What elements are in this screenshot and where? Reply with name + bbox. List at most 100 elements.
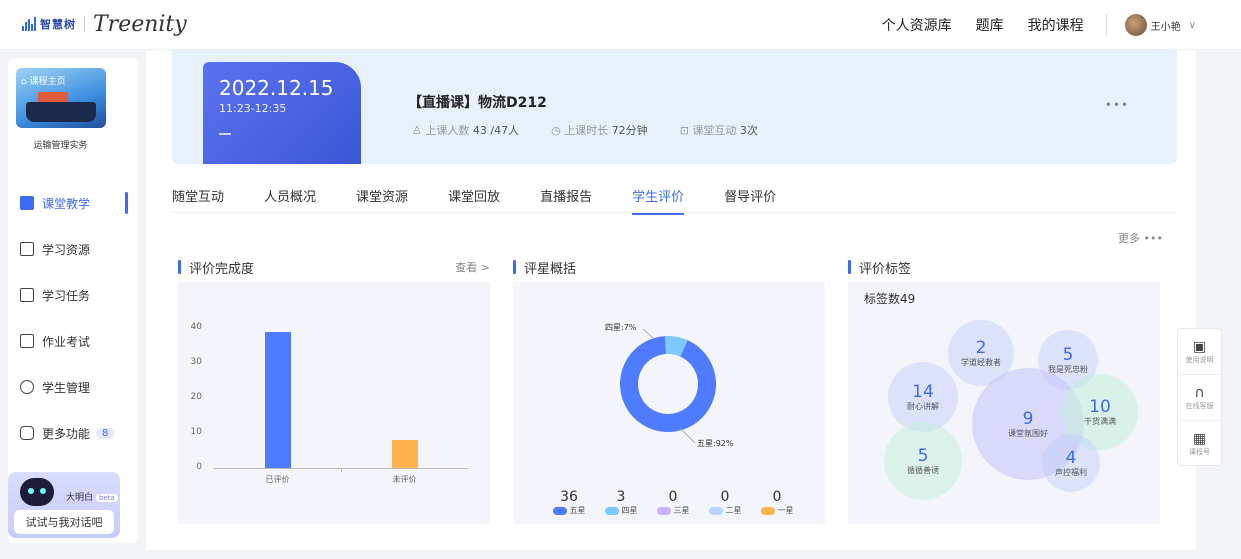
chat-button[interactable]: 试试与我对话吧 — [14, 510, 114, 534]
sidebar-item-label: 学生管理 — [42, 380, 91, 395]
robot-icon — [20, 478, 54, 506]
assistant-widget[interactable]: 大明白 beta 试试与我对话吧 — [8, 472, 120, 538]
headset-icon: ∩ — [1194, 384, 1205, 401]
date-card-dash — [219, 133, 231, 135]
banner-more-button[interactable]: ••• — [1105, 98, 1129, 112]
tag-cloud: 标签数49 2 学道经救者 5 我是死忠粉 14 耐心讲解 9 课堂氛围好 10 干货满满 5 循循善… — [848, 282, 1160, 524]
donut-annotation: 五星:92% — [697, 439, 734, 448]
legend-item[interactable]: 0 一星 — [753, 489, 801, 516]
rating-header: 评星概括 — [513, 258, 825, 277]
rating-panel: 评星概括 四星:7% 五星:92% 36 五星 3 四星 0 三星 0 二星 0 一星 — [513, 258, 825, 524]
sidebar-item-more[interactable]: 更多功能 8 — [8, 410, 138, 456]
tags-panel: 评价标签 标签数49 2 学道经救者 5 我是死忠粉 14 耐心讲解 9 课堂氛围好 10 干货满… — [848, 258, 1160, 524]
beta-badge: beta — [96, 494, 118, 502]
sidebar-item-label: 课堂教学 — [42, 196, 91, 211]
sidebar-item-resources[interactable]: 学习资源 — [8, 226, 138, 272]
sidebar-item-exams[interactable]: 作业考试 — [8, 318, 138, 364]
legend-swatch — [708, 506, 723, 515]
manual-button[interactable]: ▣ 使用说明 — [1178, 329, 1221, 375]
lesson-title: 【直播课】物流D212 — [408, 95, 547, 111]
legend-label: 四星 — [621, 506, 638, 515]
view-link[interactable]: 查看 > — [455, 259, 490, 275]
y-tick-label: 40 — [190, 322, 202, 332]
lesson-time: 11:23-12:35 — [219, 102, 287, 115]
support-button[interactable]: ∩ 在线客服 — [1178, 375, 1221, 421]
people-icon: ♙ — [412, 124, 422, 137]
course-code-button[interactable]: ▦ 课程号 — [1178, 421, 1221, 467]
logo-divider — [84, 16, 85, 32]
tag-bubble[interactable]: 5 循循善诱 — [884, 422, 962, 500]
more-count-badge: 8 — [96, 427, 115, 439]
tag-bubble[interactable]: 4 声控福利 — [1042, 434, 1100, 492]
annotation-line — [642, 328, 654, 339]
nav-resource-library[interactable]: 个人资源库 — [882, 15, 952, 35]
donut-slice-1[interactable] — [620, 336, 716, 432]
tag-label: 循循善诱 — [907, 465, 939, 475]
legend-label: 一星 — [777, 506, 794, 515]
tab-people[interactable]: 人员概况 — [264, 186, 316, 212]
logo-bars-icon — [22, 17, 36, 31]
nav-question-bank[interactable]: 题库 — [976, 15, 1004, 35]
top-bar: 智慧树 Treenity 个人资源库 题库 我的课程 王小艳 ∨ — [0, 0, 1241, 50]
stat-students: ♙ 上课人数 43 /47人 — [412, 122, 519, 138]
bar-evaluated[interactable] — [264, 331, 291, 468]
sidebar: ⌂ 课程主页 运输管理实务 课堂教学 学习资源 学习任务 作业考试 学生管理 更… — [8, 58, 138, 543]
tab-supervisor-evaluation[interactable]: 督导评价 — [724, 186, 776, 212]
y-tick-label: 20 — [190, 392, 202, 402]
tab-replay[interactable]: 课堂回放 — [448, 186, 500, 212]
legend-swatch — [760, 506, 775, 515]
completion-chart: 0 10 20 30 40 已评价 未评价 — [178, 282, 490, 524]
tag-count-value: 2 — [975, 337, 987, 358]
bar-not-evaluated[interactable] — [391, 440, 418, 468]
course-cover[interactable]: ⌂ 课程主页 — [16, 68, 106, 128]
tag-label: 耐心讲解 — [907, 401, 939, 411]
clock-icon: ◷ — [551, 124, 561, 137]
completion-title: 评价完成度 — [189, 261, 255, 277]
tab-interaction[interactable]: 随堂互动 — [172, 186, 224, 212]
completion-header: 评价完成度 查看 > — [178, 258, 490, 277]
top-nav: 个人资源库 题库 我的课程 王小艳 ∨ — [858, 0, 1196, 50]
sidebar-item-students[interactable]: 学生管理 — [8, 364, 138, 410]
user-menu[interactable]: 王小艳 ∨ — [1124, 14, 1196, 36]
stat-students-value: 43 /47人 — [472, 124, 520, 137]
tab-resources[interactable]: 课堂资源 — [356, 186, 408, 212]
donut-slice-2[interactable] — [664, 336, 688, 357]
stat-duration-value: 72分钟 — [611, 124, 648, 137]
legend-item[interactable]: 3 四星 — [597, 489, 645, 516]
logo[interactable]: 智慧树 Treenity — [22, 11, 187, 37]
nav-divider — [1105, 14, 1107, 36]
donut-annotation: 四星:7% — [605, 323, 637, 332]
tag-label: 干货满满 — [1084, 416, 1116, 426]
logo-en: Treenity — [93, 11, 187, 37]
legend-item[interactable]: 0 三星 — [649, 489, 697, 516]
support-label: 在线客服 — [1185, 401, 1214, 410]
logo-cn: 智慧树 — [40, 18, 76, 31]
sidebar-item-label: 学习任务 — [42, 288, 91, 303]
legend-item[interactable]: 36 五星 — [545, 489, 593, 516]
sidebar-item-classroom[interactable]: 课堂教学 — [8, 180, 138, 226]
x-tick-label: 未评价 — [392, 475, 417, 484]
date-card: 2022.12.15 11:23-12:35 — [203, 62, 361, 164]
legend-value: 3 — [616, 489, 626, 505]
tab-student-evaluation[interactable]: 学生评价 — [632, 186, 685, 215]
lesson-banner: 2022.12.15 11:23-12:35 【直播课】物流D212 ♙ 上课人… — [172, 50, 1177, 164]
nav-my-courses[interactable]: 我的课程 — [1028, 15, 1084, 35]
legend-item[interactable]: 0 二星 — [701, 489, 749, 516]
lesson-date: 2022.12.15 — [219, 76, 334, 100]
stat-duration: ◷ 上课时长 72分钟 — [551, 122, 648, 138]
tab-divider — [172, 212, 1177, 213]
lesson-stats: ♙ 上课人数 43 /47人 ◷ 上课时长 72分钟 ⊡ 课堂互动 3次 — [412, 122, 758, 138]
legend-label: 二星 — [725, 506, 742, 515]
legend-value: 0 — [720, 489, 730, 505]
stat-duration-label: 上课时长 — [564, 124, 609, 137]
user-name: 王小艳 — [1150, 21, 1181, 33]
sidebar-item-label: 作业考试 — [42, 334, 91, 349]
main-content: 2022.12.15 11:23-12:35 【直播课】物流D212 ♙ 上课人… — [146, 50, 1196, 550]
legend-label: 五星 — [569, 506, 586, 515]
qrcode-icon: ▦ — [1192, 431, 1207, 447]
tab-report[interactable]: 直播报告 — [540, 186, 592, 212]
sidebar-item-tasks[interactable]: 学习任务 — [8, 272, 138, 318]
more-link[interactable]: 更多 ••• — [1118, 230, 1163, 246]
more-icon — [20, 426, 34, 440]
tag-count-value: 10 — [1089, 396, 1111, 417]
